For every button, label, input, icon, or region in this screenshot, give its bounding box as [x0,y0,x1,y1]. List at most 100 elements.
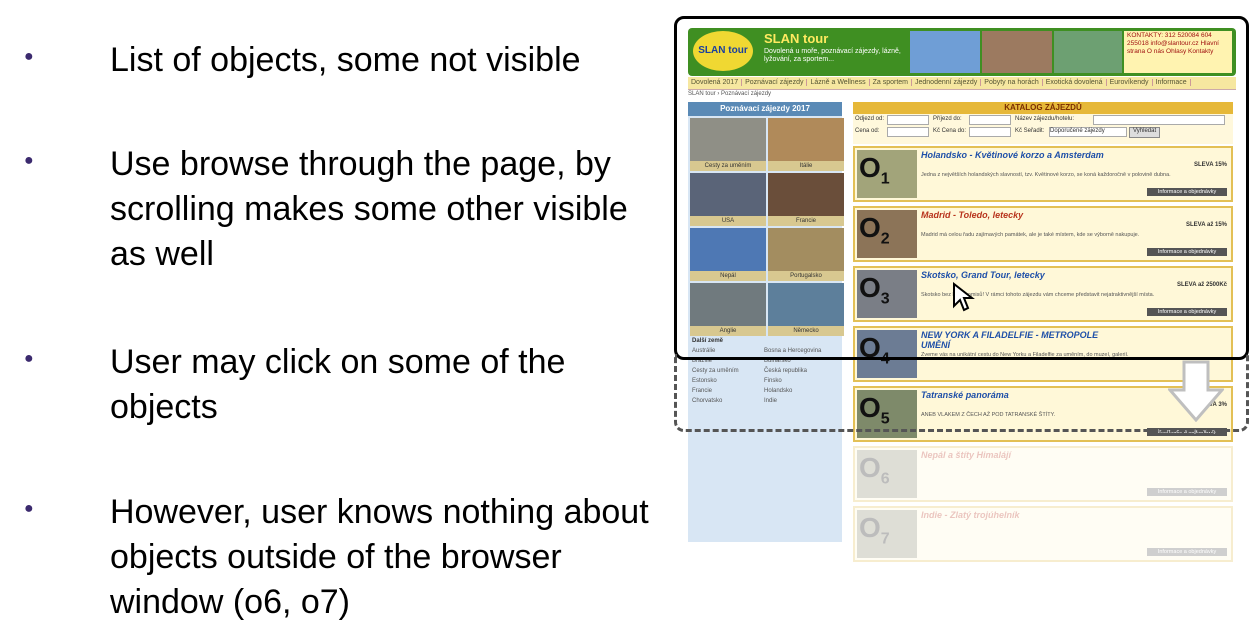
country-link[interactable]: Francie [692,386,764,396]
tile-england[interactable]: Anglie [690,283,766,336]
nav-item[interactable]: Lázně a Wellness [807,79,870,86]
object-index: 1 [880,170,890,188]
country-link[interactable]: Indie [764,396,836,406]
object-letter: O [859,152,881,183]
object-letter: O [859,272,881,303]
price-from-input[interactable] [887,127,929,137]
nav-item[interactable]: Exotická dovolená [1042,79,1107,86]
header-photo-building [1054,31,1122,73]
filter-label: Kč Cena do: [933,128,967,134]
other-countries-label: Další země [692,338,724,344]
search-button[interactable]: Vyhledat [1129,127,1161,138]
tile-germany[interactable]: Německo [768,283,844,336]
search-filters: Odjezd od: Příjezd do: Název zájezdu/hot… [853,114,1233,144]
info-order-button[interactable]: Informace a objednávky [1147,308,1227,316]
object-letter: O [859,392,881,423]
site-header: SLAN tour SLAN tour Dovolená u moře, poz… [688,28,1236,76]
bullet-text: User may click on some of the objects [110,343,566,426]
header-photo-spa [982,31,1052,73]
item-title[interactable]: NEW YORK A FILADELFIE - METROPOLE UMĚNÍ [921,330,1121,350]
filter-label: Cena od: [855,128,880,134]
country-link[interactable]: Austrálie [692,346,764,356]
info-order-button[interactable]: Informace a objednávky [1147,548,1227,556]
tile-label: Anglie [690,326,766,336]
tile-usa[interactable]: USA [690,173,766,226]
info-order-button[interactable]: Informace a objednávky [1147,188,1227,196]
item-title[interactable]: Madrid - Toledo, letecky [921,210,1121,220]
catalog-item-o6[interactable]: O6 Nepál a štíty Himalájí Informace a ob… [853,446,1233,502]
info-order-button[interactable]: Informace a objednávky [1147,248,1227,256]
site-logo[interactable]: SLAN tour [693,31,753,71]
site-brand: SLAN tour [764,31,829,46]
nav-item[interactable]: Informace [1152,79,1191,86]
nav-item[interactable]: Jednodenní zájezdy [912,79,982,86]
tile-label: Nepál [690,271,766,281]
tile-france[interactable]: Francie [768,173,844,226]
destination-tiles: Cesty za uměním Itálie USA Francie Nepál… [688,116,844,336]
bullet-dot: ● [24,350,34,367]
tile-nepal[interactable]: Nepál [690,228,766,281]
country-link[interactable]: Brazílie [692,356,764,366]
countries-list: Austrálie Bosna a Hercegovina Brazílie B… [688,346,842,406]
bullet-text: However, user knows nothing about object… [110,493,649,621]
scroll-down-arrow-icon [1168,360,1224,422]
info-order-button[interactable]: Informace a objednávky [1147,428,1227,436]
tile-portugal[interactable]: Portugalsko [768,228,844,281]
item-title[interactable]: Skotsko, Grand Tour, letecky [921,270,1121,280]
item-title[interactable]: Tatranské panoráma [921,390,1121,400]
breadcrumb[interactable]: SLAN tour › Poznávací zájezdy [688,91,771,97]
discount-badge: SLEVA 15% [1193,162,1227,168]
catalog-item-o2[interactable]: O2 Madrid - Toledo, letecky Madrid má ce… [853,206,1233,262]
catalog-item-o1[interactable]: O1 Holandsko - Květinové korzo a Amsterd… [853,146,1233,202]
bullet-dot: ● [24,500,34,517]
sidebar-title: Poznávací zájezdy 2017 [688,102,842,116]
site-tagline: Dovolená u moře, poznávací zájezdy, lázn… [764,48,901,63]
item-description: Zveme vás na unikátní cestu do New Yorku… [921,352,1129,358]
tile-italy[interactable]: Itálie [768,118,844,171]
object-index: 5 [880,410,890,428]
item-description: Madrid má celou řadu zajímavých památek,… [921,232,1140,238]
date-from-input[interactable] [887,115,929,125]
country-link[interactable]: Bosna a Hercegovina [764,346,836,356]
nav-item[interactable]: Eurovíkendy [1106,79,1153,86]
item-title[interactable]: Holandsko - Květinové korzo a Amsterdam [921,150,1121,160]
object-index: 6 [880,470,890,488]
sort-select[interactable]: Doporučené zájezdy [1049,127,1127,137]
object-letter: O [859,332,881,363]
mouse-pointer-icon [953,282,975,312]
country-link[interactable]: Česká republika [764,366,836,376]
nav-item[interactable]: Pobyty na horách [981,79,1043,86]
item-title[interactable]: Indie - Zlatý trojúhelník [921,510,1121,520]
nav-item[interactable]: Za sportem [869,79,912,86]
bullet-dot: ● [24,152,34,169]
tile-label: Cesty za uměním [690,161,766,171]
country-link[interactable]: Holandsko [764,386,836,396]
nav-item[interactable]: Dovolená 2017 [688,79,743,86]
country-link[interactable]: Bulharsko [764,356,836,366]
tile-label: Itálie [768,161,844,171]
nav-item[interactable]: Poznávací zájezdy [742,79,808,86]
country-link[interactable]: Chorvatsko [692,396,764,406]
country-link[interactable]: Finsko [764,376,836,386]
bullet-text: List of objects, some not visible [110,41,581,79]
date-to-input[interactable] [969,115,1011,125]
tile-art[interactable]: Cesty za uměním [690,118,766,171]
filter-label: Kč Seřadit: [1015,128,1045,134]
catalog-item-o3[interactable]: O3 Skotsko, Grand Tour, letecky Skotsko … [853,266,1233,322]
object-index: 4 [880,350,890,368]
object-label: O1 [859,152,890,189]
contacts-box[interactable]: KONTAKTY: 312 520084 604 255018 info@sla… [1124,31,1232,73]
country-link[interactable]: Estonsko [692,376,764,386]
filter-label: Příjezd do: [933,116,962,122]
object-index: 3 [880,290,890,308]
name-input[interactable] [1093,115,1225,125]
item-title[interactable]: Nepál a štíty Himalájí [921,450,1121,460]
catalog-item-o7[interactable]: O7 Indie - Zlatý trojúhelník Informace a… [853,506,1233,562]
country-link[interactable]: Cesty za uměním [692,366,764,376]
tile-label: Portugalsko [768,271,844,281]
object-label: O4 [859,332,890,369]
price-to-input[interactable] [969,127,1011,137]
discount-badge: SLEVA až 2500Kč [1176,282,1227,288]
object-index: 7 [880,530,890,548]
info-order-button[interactable]: Informace a objednávky [1147,488,1227,496]
